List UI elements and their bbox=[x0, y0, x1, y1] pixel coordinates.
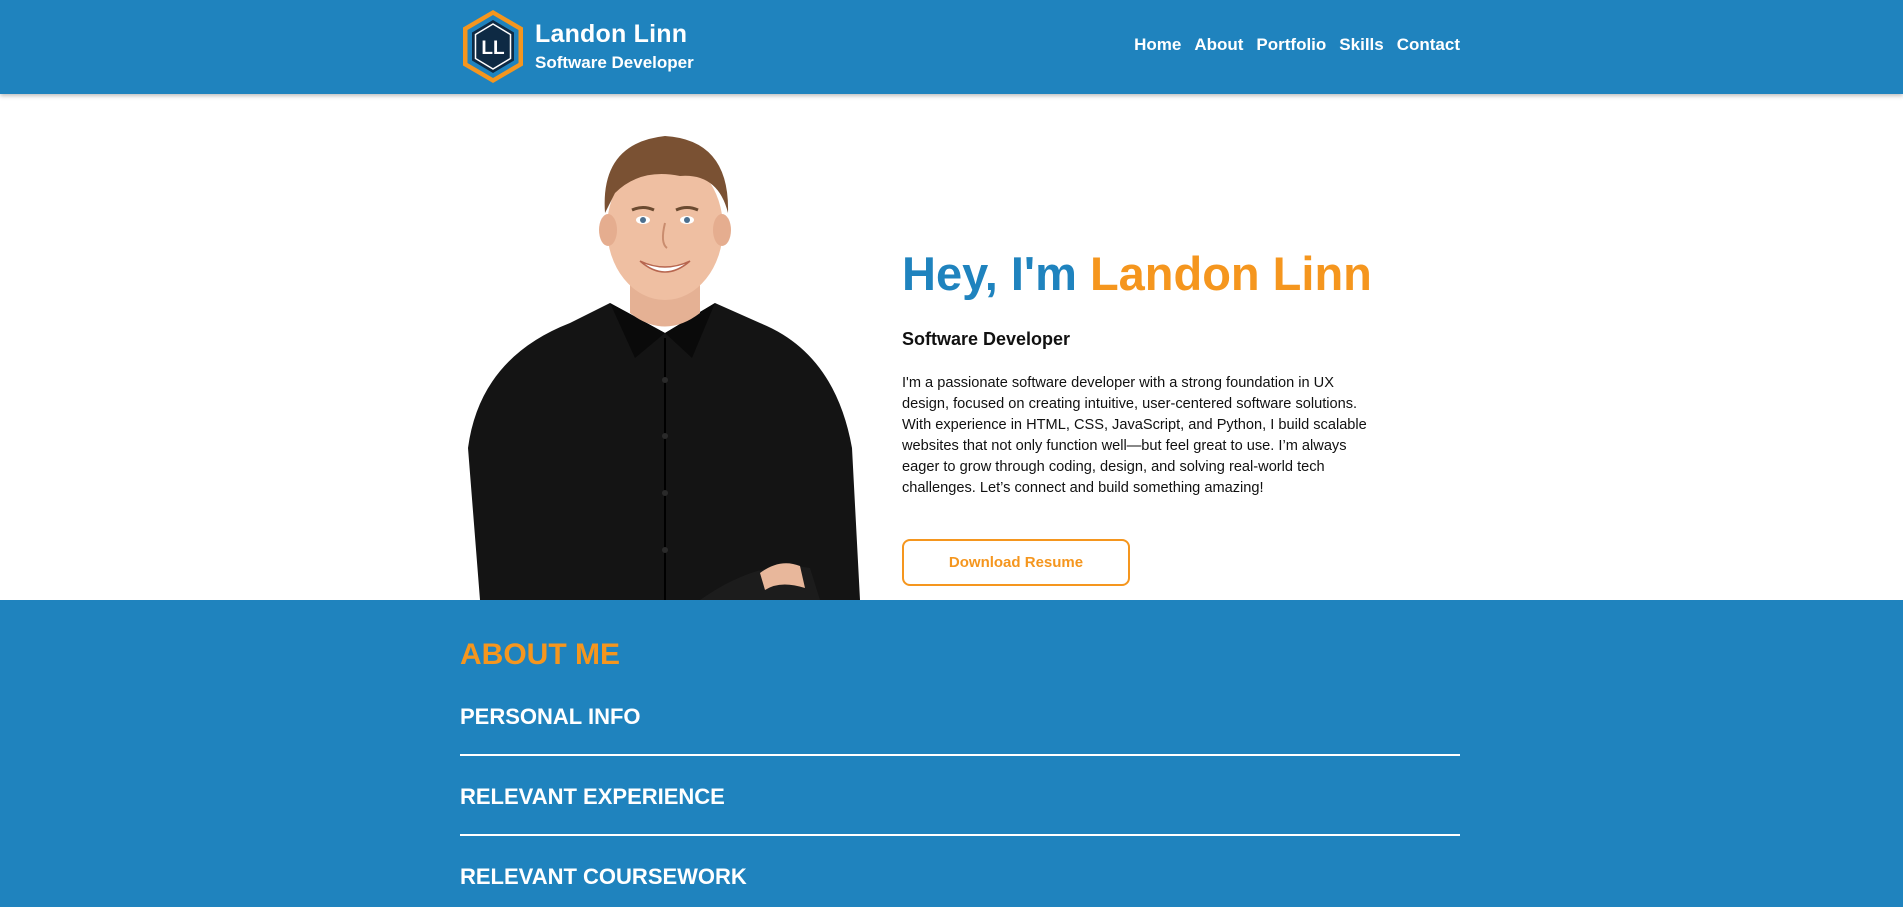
nav-home[interactable]: Home bbox=[1134, 35, 1181, 55]
profile-photo bbox=[460, 118, 860, 600]
nav-contact[interactable]: Contact bbox=[1397, 35, 1460, 55]
hero-greeting: Hey, I'm bbox=[902, 247, 1077, 300]
main-nav: Home About Portfolio Skills Contact bbox=[1134, 35, 1460, 55]
accordion-relevant-coursework[interactable]: RELEVANT COURSEWORK bbox=[460, 864, 1460, 890]
nav-about[interactable]: About bbox=[1194, 35, 1243, 55]
about-title: ABOUT ME bbox=[460, 638, 620, 671]
about-section: ABOUT ME PERSONAL INFO RELEVANT EXPERIEN… bbox=[0, 600, 1903, 907]
logo-icon[interactable]: LL bbox=[460, 8, 526, 85]
section-divider bbox=[460, 754, 1460, 756]
nav-portfolio[interactable]: Portfolio bbox=[1256, 35, 1326, 55]
hero-role: Software Developer bbox=[902, 329, 1071, 349]
hero-bio: I'm a passionate software developer with… bbox=[902, 375, 1367, 496]
hero-section: Hey, I'm Landon Linn Software Developer … bbox=[0, 94, 1903, 649]
site-header: LL Landon Linn Software Developer Home A… bbox=[0, 0, 1903, 94]
hero-name: Landon Linn bbox=[1089, 247, 1372, 300]
site-subtitle: Software Developer bbox=[535, 53, 694, 72]
accordion-personal-info[interactable]: PERSONAL INFO bbox=[460, 704, 1460, 730]
svg-text:LL: LL bbox=[481, 38, 505, 59]
hero-heading: Hey, I'm Landon Linn bbox=[902, 246, 1372, 301]
site-name: Landon Linn bbox=[535, 20, 688, 48]
nav-skills[interactable]: Skills bbox=[1339, 35, 1383, 55]
download-resume-button[interactable]: Download Resume bbox=[902, 539, 1130, 586]
section-divider bbox=[460, 834, 1460, 836]
accordion-relevant-experience[interactable]: RELEVANT EXPERIENCE bbox=[460, 784, 1460, 810]
